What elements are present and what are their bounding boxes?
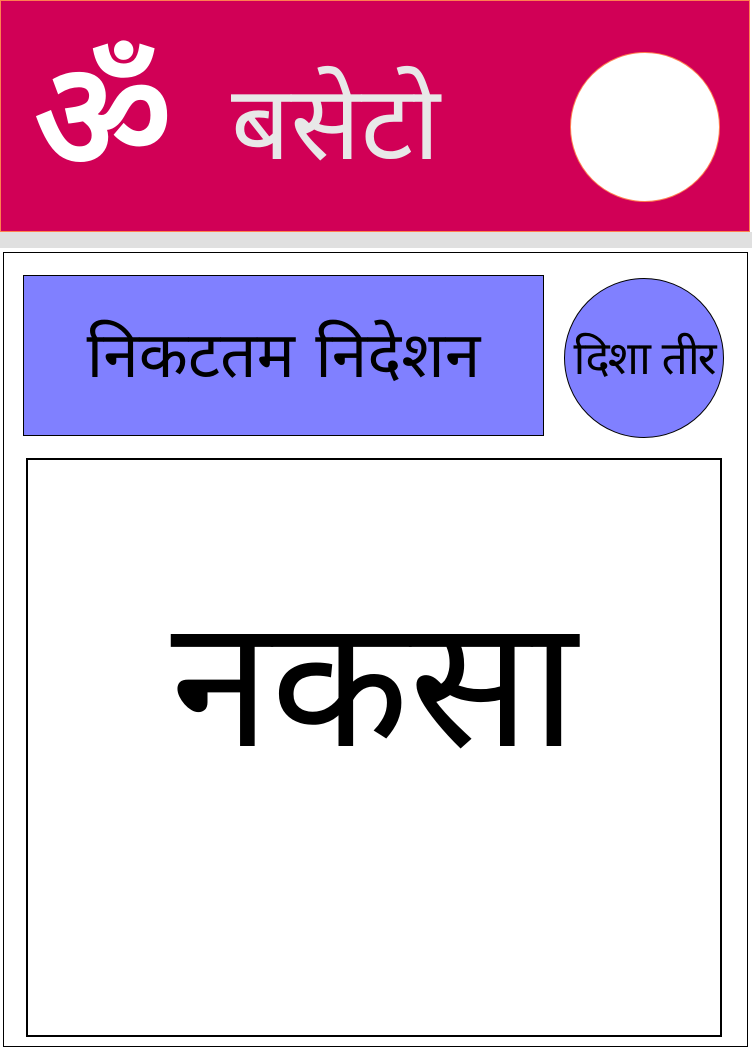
om-icon: ॐ	[34, 31, 172, 205]
nearest-direction-button[interactable]: निकटतम निदेशन	[23, 275, 544, 436]
map-placeholder-label: नकसा	[170, 580, 578, 789]
app-title: बसेटो	[231, 62, 441, 184]
app-screen: ॐ बसेटो निकटतम निदेशन दिशा तीर नकसा	[0, 0, 752, 1050]
app-header: ॐ बसेटो	[0, 0, 750, 232]
profile-circle[interactable]	[570, 52, 720, 202]
header-divider	[0, 232, 752, 248]
direction-arrow-button[interactable]: दिशा तीर	[564, 278, 724, 438]
map-view[interactable]: नकसा	[26, 458, 722, 1037]
